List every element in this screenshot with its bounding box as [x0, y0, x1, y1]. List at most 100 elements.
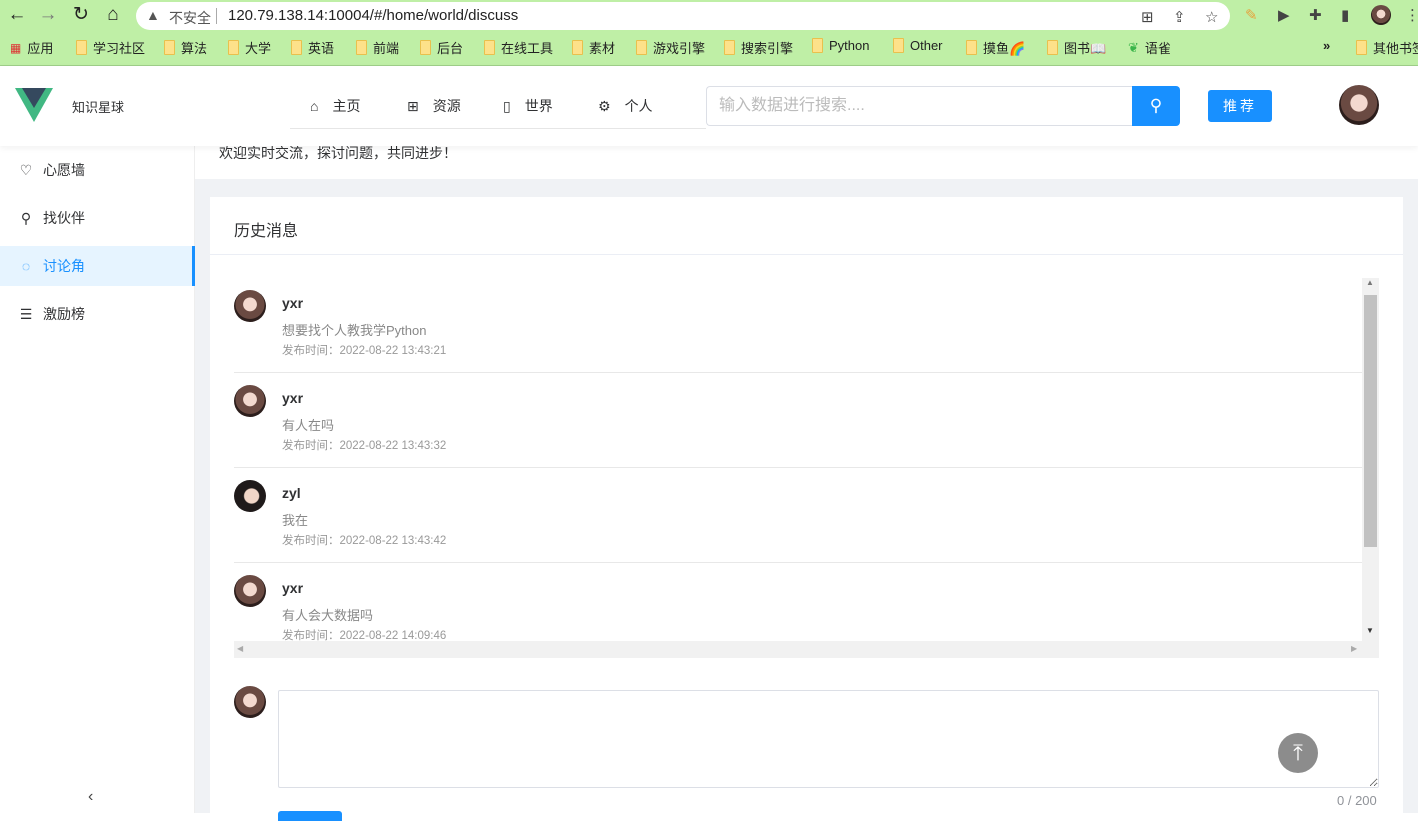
back-to-top-button[interactable]: ⤒ [1278, 733, 1318, 773]
nav-label: 主页 [332, 98, 361, 114]
bookmark[interactable]: Other [893, 38, 943, 53]
menu-icon[interactable]: ⋮ [1405, 6, 1418, 24]
folder-icon [228, 40, 239, 55]
profile-avatar[interactable] [1371, 5, 1391, 25]
message-input[interactable] [278, 690, 1379, 788]
folder-icon [164, 40, 175, 55]
browser-chrome: ← → ↻ ⌂ ▲ 不安全 120.79.138.14:10004/#/home… [0, 0, 1418, 66]
bookmark-label: 大学 [245, 41, 272, 56]
message-time: 发布时间：2022-08-22 13:43:32 [282, 440, 447, 452]
avatar [234, 686, 266, 718]
bookmark[interactable]: 游戏引擎 [636, 38, 705, 57]
nav-resources[interactable]: ⊞ 资源 [407, 96, 461, 116]
folder-icon [76, 40, 87, 55]
bookmark[interactable]: 素材 [572, 38, 615, 57]
bookmark-label: 素材 [589, 41, 616, 56]
bookmark[interactable]: 图书📖 [1047, 38, 1106, 57]
home-icon[interactable]: ⌂ [102, 4, 124, 26]
folder-icon [724, 40, 735, 55]
other-bookmarks[interactable]: 其他书签 [1356, 38, 1418, 57]
translate-icon[interactable]: ⊞ [1141, 8, 1154, 26]
folder-icon [812, 38, 823, 53]
bookmark[interactable]: 摸鱼🌈 [966, 38, 1025, 57]
forward-icon[interactable]: → [37, 4, 59, 26]
folder-icon [291, 40, 302, 55]
chat-icon: ◌ [21, 258, 31, 274]
bookmark[interactable]: Python [812, 38, 869, 53]
url-text[interactable]: 120.79.138.14:10004/#/home/world/discuss [228, 7, 518, 24]
nav-label: 资源 [432, 98, 461, 114]
bookmark[interactable]: 前端 [356, 38, 399, 57]
share-icon[interactable]: ⇪ [1173, 8, 1186, 26]
nav-personal[interactable]: ⚙ 个人 [598, 96, 653, 116]
home-icon: ⌂ [310, 98, 319, 114]
scrollbar-thumb[interactable] [1364, 295, 1377, 547]
star-icon[interactable]: ☆ [1205, 8, 1218, 26]
scroll-up-icon[interactable]: ▲ [1366, 278, 1374, 287]
sidebar-label: 激励榜 [43, 306, 85, 322]
sidebar-item-discuss[interactable]: ◌ 讨论角 [0, 246, 195, 286]
bookmark[interactable]: 算法 [164, 38, 207, 57]
list-item: zyl 我在 发布时间：2022-08-22 13:43:42 [234, 468, 1362, 563]
nav-home[interactable]: ⌂ 主页 [310, 96, 360, 116]
search-button[interactable]: ⚲ [1132, 86, 1180, 126]
bookmark-label: 前端 [373, 41, 400, 56]
sidebar-label: 讨论角 [43, 258, 85, 274]
back-icon[interactable]: ← [6, 4, 28, 26]
avatar [234, 575, 266, 607]
bookmark-label: 摸鱼🌈 [983, 41, 1026, 56]
folder-icon [420, 40, 431, 55]
nav-label: 个人 [624, 98, 653, 114]
bookmark-label: 游戏引擎 [653, 41, 706, 56]
scroll-left-icon[interactable]: ◀ [237, 644, 243, 653]
sidebar-item-find-partner[interactable]: ⚲ 找伙伴 [0, 198, 195, 238]
bookmark[interactable]: 大学 [228, 38, 271, 57]
scroll-down-icon[interactable]: ▼ [1366, 626, 1374, 635]
bookmark[interactable]: 后台 [420, 38, 463, 57]
apps-grid-icon: ▦ [10, 40, 22, 55]
collapse-sidebar-icon[interactable]: ‹ [88, 788, 93, 806]
user-avatar[interactable] [1339, 85, 1379, 125]
search-icon: ⚲ [1149, 96, 1163, 115]
bookmark-label: 搜索引擎 [741, 41, 794, 56]
reload-icon[interactable]: ↻ [70, 4, 92, 26]
folder-icon [636, 40, 647, 55]
recommend-button[interactable]: 推荐 [1208, 90, 1272, 122]
address-bar[interactable]: ▲ 不安全 120.79.138.14:10004/#/home/world/d… [136, 2, 1230, 30]
avatar [234, 385, 266, 417]
bookmark[interactable]: 在线工具 [484, 38, 553, 57]
extension-play-icon[interactable]: ▶ [1278, 6, 1290, 24]
message-user: zyl [282, 485, 301, 501]
bookmark[interactable]: 英语 [291, 38, 334, 57]
bookmark-label: 英语 [308, 41, 335, 56]
char-counter: 0 / 200 [1337, 793, 1377, 808]
extensions-puzzle-icon[interactable]: ✚ [1309, 6, 1322, 24]
divider [216, 8, 217, 24]
sidebar-item-wish-wall[interactable]: ♡ 心愿墙 [0, 150, 195, 190]
bookmark-apps[interactable]: ▦ 应用 [10, 38, 53, 57]
bookmark-label: 学习社区 [93, 41, 146, 56]
message-list[interactable]: yxr 想要找个人教我学Python 发布时间：2022-08-22 13:43… [234, 278, 1379, 658]
message-card: 历史消息 yxr 想要找个人教我学Python 发布时间：2022-08-22 … [210, 197, 1403, 837]
more-bookmarks-button[interactable]: » [1323, 38, 1330, 53]
bookmark[interactable]: 搜索引擎 [724, 38, 793, 57]
grid-icon: ⊞ [407, 97, 419, 114]
sidebar-label: 找伙伴 [43, 210, 85, 226]
nav-world[interactable]: ▯ 世界 [503, 96, 553, 116]
mobile-icon: ▯ [503, 97, 511, 114]
avatar [234, 480, 266, 512]
sidebar-item-leaderboard[interactable]: ☰ 激励榜 [0, 294, 195, 334]
bookmark[interactable]: ❦ 语雀 [1128, 38, 1171, 57]
search-icon: ⚲ [20, 209, 32, 226]
bookmark[interactable]: 学习社区 [76, 38, 145, 57]
sidepanel-icon[interactable]: ▮ [1341, 6, 1349, 24]
bookmark-label: Other [910, 38, 943, 53]
search-input[interactable] [706, 86, 1132, 126]
extension-broom-icon[interactable]: ✎ [1245, 6, 1258, 24]
folder-icon [966, 40, 977, 55]
avatar [234, 290, 266, 322]
message-user: yxr [282, 580, 304, 596]
scroll-right-icon[interactable]: ▶ [1351, 644, 1357, 653]
horizontal-scrollbar[interactable]: ◀ ▶ [234, 641, 1379, 658]
list-icon: ☰ [19, 305, 33, 322]
